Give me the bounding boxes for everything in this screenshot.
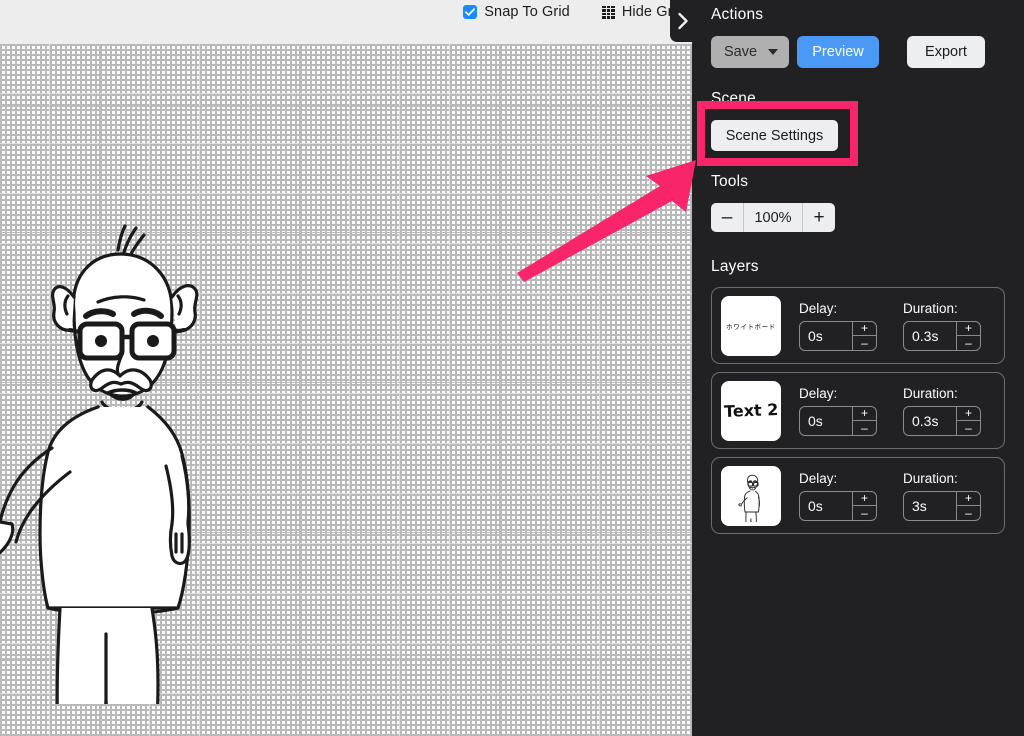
delay-value: 0s [808,497,823,514]
delay-increment-button[interactable]: + [853,492,876,506]
zoom-in-button[interactable]: + [803,203,835,232]
duration-value: 0.3s [912,327,939,344]
duration-label: Duration: [903,300,958,316]
grid-icon [601,5,615,19]
delay-decrement-button[interactable]: – [853,421,876,435]
side-panel: Actions Save Preview Export Scene Scene … [692,0,1024,736]
duration-label: Duration: [903,385,958,401]
layer-thumbnail-text: Text 2 [723,400,779,421]
layer-duration-group: Duration: 3s + – [903,471,981,521]
snap-to-grid-control[interactable]: Snap To Grid [463,0,570,24]
drawing-canvas[interactable] [0,44,692,736]
delay-value: 0s [808,327,823,344]
duration-stepper-buttons: + – [956,321,980,350]
duration-value: 3s [912,497,927,514]
actions-buttons-row: Save Preview Export [711,36,1005,68]
actions-section-title: Actions [711,6,764,23]
save-button[interactable]: Save [711,36,789,68]
duration-decrement-button[interactable]: – [957,421,980,435]
delay-stepper[interactable]: 0s + – [799,490,877,521]
chevron-right-icon [678,12,688,30]
snap-to-grid-checkbox[interactable] [463,5,478,19]
duration-increment-button[interactable]: + [957,492,980,506]
snap-to-grid-label: Snap To Grid [484,4,570,20]
delay-value: 0s [808,412,823,429]
duration-decrement-button[interactable]: – [957,506,980,520]
delay-stepper-buttons: + – [852,321,876,350]
layer-duration-group: Duration: 0.3s + – [903,301,981,351]
export-button[interactable]: Export [907,36,985,68]
chevron-down-icon[interactable] [768,49,778,55]
canvas-grid-major [0,44,692,736]
delay-label: Delay: [799,300,838,316]
layer-delay-group: Delay: 0s + – [799,386,877,436]
layer-thumbnail[interactable]: ホワイトボード [721,295,781,356]
delay-stepper-buttons: + – [852,491,876,520]
layer-row[interactable]: Delay: 0s + – Duration: 3s + – [711,457,1005,534]
layer-delay-group: Delay: 0s + – [799,301,877,351]
duration-value: 0.3s [912,412,939,429]
duration-stepper[interactable]: 0.3s + – [903,405,981,436]
layers-section-title: Layers [711,258,759,275]
scene-section-title: Scene [711,90,756,107]
duration-stepper-buttons: + – [956,491,980,520]
save-button-label: Save [724,44,758,60]
delay-stepper[interactable]: 0s + – [799,320,877,351]
app-root: Snap To Grid Hide Grid Actions Save Prev… [0,0,1024,736]
duration-label: Duration: [903,470,958,486]
top-toolbar: Snap To Grid Hide Grid [0,0,692,44]
zoom-control: – 100% + [711,203,835,232]
delay-label: Delay: [799,470,838,486]
check-icon [465,8,476,16]
layer-thumbnail[interactable] [721,465,781,526]
panel-collapse-button[interactable] [670,0,696,42]
delay-label: Delay: [799,385,838,401]
delay-stepper[interactable]: 0s + – [799,405,877,436]
layer-row[interactable]: Text 2 Delay: 0s + – Duration: 0.3s + – [711,372,1005,449]
delay-decrement-button[interactable]: – [853,506,876,520]
canvas-grid-medium [0,44,692,736]
delay-decrement-button[interactable]: – [853,336,876,350]
scene-settings-button[interactable]: Scene Settings [711,120,838,151]
duration-stepper-buttons: + – [956,406,980,435]
layers-list: ホワイトボード Delay: 0s + – Duration: 0.3s + –… [711,287,1005,534]
character-thumbnail-icon [738,474,760,522]
character-drawing[interactable] [0,204,232,704]
duration-decrement-button[interactable]: – [957,336,980,350]
layer-thumbnail[interactable]: Text 2 [721,380,781,441]
delay-increment-button[interactable]: + [853,407,876,421]
delay-increment-button[interactable]: + [853,322,876,336]
zoom-out-button[interactable]: – [711,203,743,232]
delay-stepper-buttons: + – [852,406,876,435]
duration-increment-button[interactable]: + [957,322,980,336]
zoom-level-value: 100% [743,203,803,232]
duration-stepper[interactable]: 3s + – [903,490,981,521]
layer-row[interactable]: ホワイトボード Delay: 0s + – Duration: 0.3s + – [711,287,1005,364]
layer-thumbnail-text: ホワイトボード [726,322,776,331]
preview-button[interactable]: Preview [797,36,879,68]
duration-increment-button[interactable]: + [957,407,980,421]
layer-delay-group: Delay: 0s + – [799,471,877,521]
duration-stepper[interactable]: 0.3s + – [903,320,981,351]
tools-section-title: Tools [711,173,749,190]
layer-duration-group: Duration: 0.3s + – [903,386,981,436]
